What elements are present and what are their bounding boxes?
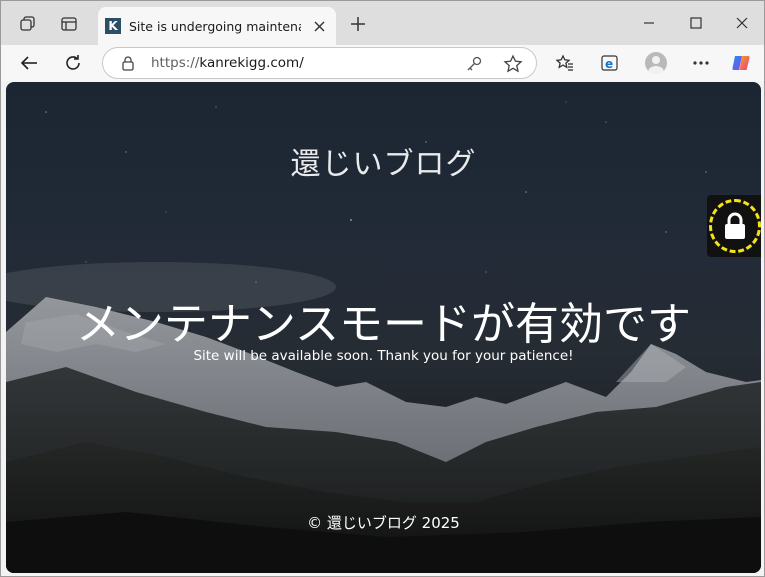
maintenance-lock-widget[interactable]	[707, 195, 761, 257]
address-bar[interactable]: https://kanrekigg.com/	[102, 47, 537, 79]
tab-strip: K Site is undergoing maintenance	[1, 1, 764, 45]
favorite-star-icon[interactable]	[503, 54, 523, 74]
maintenance-headline: メンテナンスモードが有効です	[75, 299, 692, 350]
back-button[interactable]	[14, 48, 44, 78]
tab-active[interactable]: K Site is undergoing maintenance	[98, 7, 336, 45]
new-tab-button[interactable]	[344, 10, 372, 38]
avatar	[645, 52, 667, 74]
lock-icon[interactable]	[121, 55, 137, 71]
url-protocol: https://	[151, 55, 200, 71]
maintenance-page: 還じいブログ メンテナンスモードが有効です Site will be avail…	[6, 82, 761, 573]
svg-text:e: e	[605, 57, 613, 71]
padlock-icon	[725, 212, 745, 239]
refresh-button[interactable]	[58, 48, 88, 78]
vertical-tabs-icon[interactable]	[55, 10, 83, 38]
browser-toolbar: https://kanrekigg.com/ e	[1, 45, 764, 81]
tab-title: Site is undergoing maintenance	[129, 18, 301, 34]
url-text[interactable]: https://kanrekigg.com/	[151, 55, 304, 71]
lock-ring	[709, 199, 761, 253]
favorites-icon[interactable]	[550, 48, 580, 78]
profile-button[interactable]	[641, 48, 671, 78]
close-window-button[interactable]	[726, 9, 758, 37]
minimize-button[interactable]	[633, 9, 665, 37]
maximize-button[interactable]	[680, 9, 712, 37]
url-host: kanrekigg.com/	[199, 55, 304, 71]
workspaces-icon[interactable]	[14, 10, 42, 38]
maintenance-message: Site will be available soon. Thank you f…	[193, 348, 574, 364]
password-key-icon[interactable]	[465, 55, 483, 73]
copyright-footer: © 還じいブログ 2025	[307, 514, 460, 532]
copilot-icon[interactable]	[727, 48, 757, 78]
more-menu-icon[interactable]	[686, 48, 716, 78]
site-title: 還じいブログ	[290, 147, 477, 182]
browser-window: K Site is undergoing maintenance	[0, 0, 765, 577]
ie-mode-icon[interactable]: e	[595, 48, 625, 78]
tab-close-icon[interactable]	[310, 17, 328, 35]
site-favicon-icon: K	[105, 18, 121, 34]
